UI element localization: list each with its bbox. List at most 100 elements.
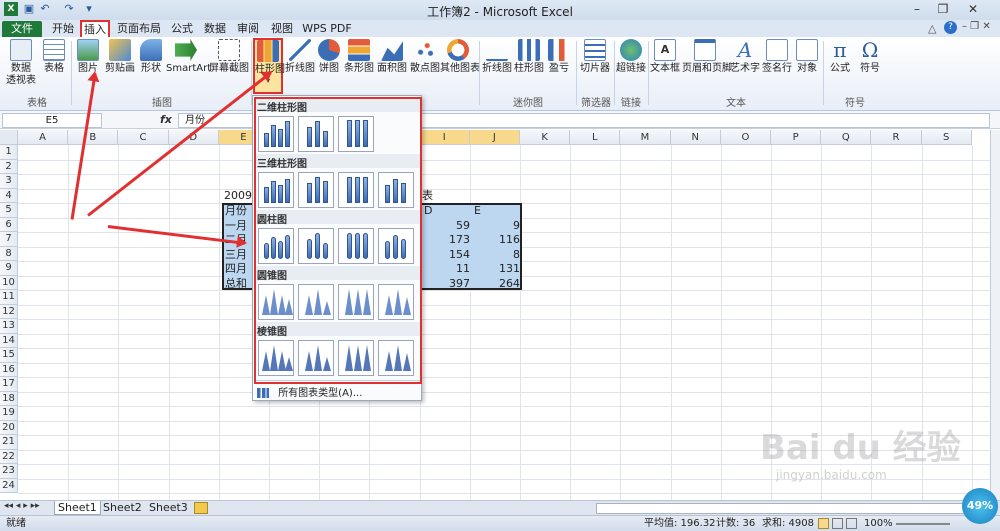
column-header[interactable]: C [118,130,169,145]
cell-value-e[interactable]: 131 [472,262,520,276]
row-header[interactable]: 16 [0,362,18,377]
tab-wps-pdf[interactable]: WPS PDF [302,21,352,37]
symbol-button[interactable]: Ω 符号 [856,39,884,75]
minimize-ribbon-icon[interactable]: △ [928,22,936,35]
pivot-table-button[interactable]: 数据 透视表 [4,39,38,87]
row-header[interactable]: 5 [0,203,18,218]
column-header[interactable]: M [620,130,671,145]
shapes-button[interactable]: 形状 [138,39,164,75]
column-header[interactable]: R [871,130,922,145]
sparkline-winloss-button[interactable]: 盈亏 [546,39,572,75]
cell-month[interactable]: 一月 [225,219,247,233]
other-charts-button[interactable]: 其他图表 [440,39,480,75]
row-header[interactable]: 18 [0,391,18,406]
column-header[interactable]: J [469,130,520,145]
row-header[interactable]: 13 [0,319,18,334]
cell-value-d[interactable]: 154 [422,248,470,262]
row-header[interactable]: 20 [0,420,18,435]
cell-value-e[interactable]: 264 [472,277,520,291]
cell-header-d[interactable]: D [424,204,432,218]
tab-page-layout[interactable]: 页面布局 [116,21,162,37]
sheet-tab-3[interactable]: Sheet3 [146,501,191,515]
column-header[interactable]: K [520,130,571,145]
cell-value-d[interactable]: 397 [422,277,470,291]
cell-header-e[interactable]: E [474,204,481,218]
table-button[interactable]: 表格 [40,39,68,75]
close-icon[interactable]: ✕ [960,2,986,17]
picture-button[interactable]: 图片 [74,39,102,75]
zoom-slider[interactable] [896,523,950,525]
cell-header-month[interactable]: 月份 [225,204,247,218]
object-button[interactable]: 对象 [794,39,820,75]
pie-chart-button[interactable]: 饼图 [316,39,342,75]
performance-badge[interactable]: 49% [962,488,998,524]
tab-home[interactable]: 开始 [48,21,78,37]
column-header[interactable]: A [18,130,69,145]
signature-line-button[interactable]: 签名行 [762,39,792,75]
help-icon[interactable]: ? [944,21,957,34]
textbox-button[interactable]: A 文本框 [650,39,680,75]
clipart-button[interactable]: 剪贴画 [104,39,136,75]
horizontal-scrollbar[interactable] [596,503,976,514]
cell-value-d[interactable]: 11 [422,262,470,276]
cell-month[interactable]: 四月 [225,262,247,276]
sparkline-line-button[interactable]: 折线图 [482,39,512,75]
wordart-button[interactable]: A 艺术字 [730,39,760,75]
row-header[interactable]: 12 [0,304,18,319]
row-header[interactable]: 1 [0,145,18,160]
column-header[interactable]: O [720,130,771,145]
select-all-corner[interactable] [0,130,18,145]
screenshot-button[interactable]: 屏幕截图 [208,39,250,75]
page-break-view-icon[interactable] [846,518,857,529]
cell-value-d[interactable]: 173 [422,233,470,247]
cell-value-d[interactable]: 59 [422,219,470,233]
cell-month[interactable]: 三月 [225,248,247,262]
column-header[interactable]: N [670,130,721,145]
row-header[interactable]: 7 [0,232,18,247]
column-header[interactable]: B [68,130,119,145]
all-chart-types-item[interactable]: 所有图表类型(A)... [257,384,362,399]
scatter-chart-button[interactable]: 散点图 [409,39,441,75]
row-header[interactable]: 23 [0,464,18,479]
row-header[interactable]: 11 [0,290,18,305]
cell-value-e[interactable]: 8 [472,248,520,262]
sheet-nav-icon[interactable]: ◂◂ ◂ ▸ ▸▸ [4,501,40,511]
row-header[interactable]: 6 [0,217,18,232]
vertical-scrollbar[interactable] [990,130,1000,500]
window-controls-icon[interactable]: – ❐ ✕ [962,21,991,32]
row-header[interactable]: 8 [0,246,18,261]
cell-month[interactable]: 总和 [225,277,247,291]
row-header[interactable]: 3 [0,174,18,189]
sparkline-column-button[interactable]: 柱形图 [514,39,544,75]
bar-chart-button[interactable]: 条形图 [343,39,375,75]
tab-review[interactable]: 审阅 [234,21,262,37]
tab-view[interactable]: 视图 [268,21,296,37]
line-chart-button[interactable]: 折线图 [285,39,315,75]
page-layout-view-icon[interactable] [832,518,843,529]
row-header[interactable]: 10 [0,275,18,290]
cell-value-e[interactable]: 9 [472,219,520,233]
row-header[interactable]: 15 [0,348,18,363]
tab-file[interactable]: 文件 [2,21,42,37]
smartart-button[interactable]: SmartArt [166,39,211,75]
row-header[interactable]: 21 [0,435,18,450]
column-header[interactable]: Q [821,130,872,145]
column-header[interactable]: L [570,130,621,145]
cell-value-e[interactable]: 116 [472,233,520,247]
zoom-level[interactable]: 100% [864,516,893,531]
column-header[interactable]: S [921,130,972,145]
normal-view-icon[interactable] [818,518,829,529]
header-footer-button[interactable]: 页眉和页脚 [682,39,732,75]
row-header[interactable]: 9 [0,261,18,276]
restore-icon[interactable]: ❐ [930,2,956,17]
column-header[interactable]: P [771,130,822,145]
equation-button[interactable]: π 公式 [826,39,854,75]
row-header[interactable]: 14 [0,333,18,348]
slicer-button[interactable]: 切片器 [579,39,611,75]
sheet-tab-2[interactable]: Sheet2 [100,501,145,515]
column-header[interactable]: I [419,130,470,145]
tab-data[interactable]: 数据 [200,21,230,37]
sheet-tab-1[interactable]: Sheet1 [54,501,101,515]
row-header[interactable]: 19 [0,406,18,421]
row-header[interactable]: 24 [0,478,18,493]
